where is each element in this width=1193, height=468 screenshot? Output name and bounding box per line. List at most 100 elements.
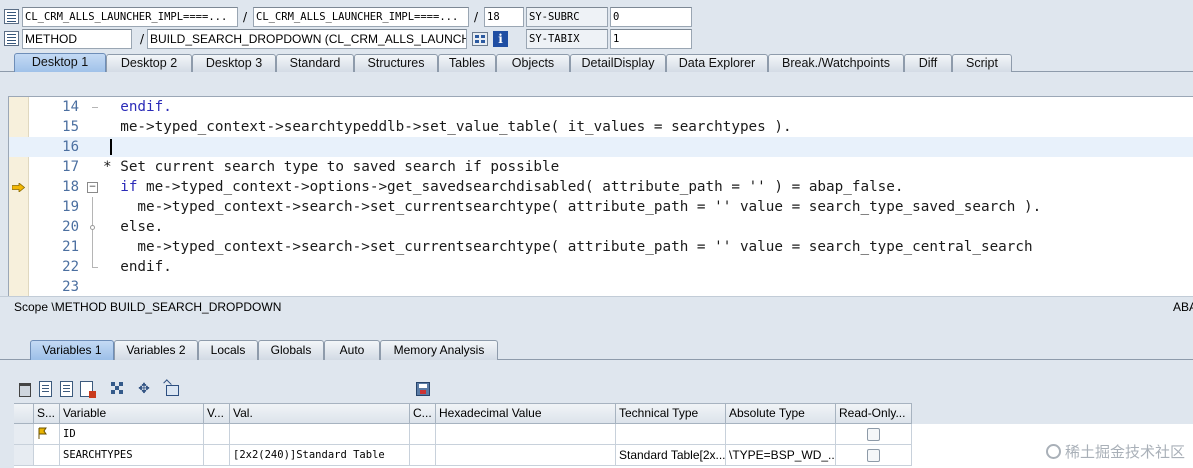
- line-number: 16: [62, 139, 79, 155]
- include-field[interactable]: CL_CRM_ALLS_LAUNCHER_IMPL====...: [253, 7, 469, 27]
- fold-toggle-icon[interactable]: −: [87, 182, 98, 193]
- variable-cell[interactable]: SEARCHTYPES: [60, 445, 204, 466]
- tab-objects[interactable]: Objects: [496, 54, 570, 73]
- code-line[interactable]: 20 else.: [9, 217, 1193, 237]
- status-cell: [34, 424, 60, 445]
- table-row[interactable]: SEARCHTYPES [2x2(240)]Standard Table Sta…: [14, 445, 1193, 466]
- line-number: 18: [62, 179, 79, 195]
- read-only-checkbox[interactable]: [867, 449, 880, 462]
- details-icon[interactable]: [39, 381, 52, 397]
- code-text: me->typed_context->searchtypeddlb->set_v…: [103, 119, 792, 135]
- line-number: 21: [62, 239, 79, 255]
- read-only-checkbox[interactable]: [867, 428, 880, 441]
- v-cell: [204, 445, 230, 466]
- read-only-cell: [836, 445, 912, 466]
- col-c[interactable]: C...: [410, 403, 436, 424]
- col-variable[interactable]: Variable: [60, 403, 204, 424]
- tab-diff[interactable]: Diff: [904, 54, 952, 73]
- tab-script[interactable]: Script: [952, 54, 1012, 73]
- hierarchy-icon[interactable]: [110, 381, 126, 397]
- code-line[interactable]: 17 * Set current search type to saved se…: [9, 157, 1193, 177]
- status-cell: [34, 445, 60, 466]
- table-row[interactable]: ID: [14, 424, 1193, 445]
- variables-toolbar: [0, 378, 1193, 402]
- technical-type-cell: [616, 424, 726, 445]
- value-cell[interactable]: [2x2(240)]Standard Table: [230, 445, 410, 466]
- value-cell[interactable]: [230, 424, 410, 445]
- tab-desktop-1[interactable]: Desktop 1: [14, 53, 106, 74]
- tab-structures[interactable]: Structures: [354, 54, 438, 73]
- fold-guide: [92, 230, 93, 237]
- variable-cell[interactable]: ID: [60, 424, 204, 445]
- row-selector[interactable]: [14, 424, 34, 445]
- col-technical-type[interactable]: Technical Type: [616, 403, 726, 424]
- scope-text: Scope \METHOD BUILD_SEARCH_DROPDOWN: [14, 300, 282, 314]
- line-number: 20: [62, 219, 79, 235]
- col-select[interactable]: [14, 403, 34, 424]
- hex-cell: [436, 445, 616, 466]
- absolute-type-cell: \TYPE=BSP_WD_...: [726, 445, 836, 466]
- watermark-logo-icon: [1045, 444, 1061, 459]
- list-icon[interactable]: [60, 381, 73, 397]
- desktop-tabstrip: Desktop 1 Desktop 2 Desktop 3 Standard S…: [0, 52, 1193, 74]
- code-line[interactable]: 23: [9, 277, 1193, 296]
- export-icon[interactable]: [80, 381, 96, 398]
- fold-guide: [92, 197, 93, 217]
- tab-globals[interactable]: Globals: [258, 340, 324, 360]
- tab-break-watchpoints[interactable]: Break./Watchpoints: [768, 54, 904, 73]
- tab-memory-analysis[interactable]: Memory Analysis: [380, 340, 498, 360]
- info-icon[interactable]: i: [493, 31, 508, 47]
- save-icon[interactable]: [416, 382, 430, 396]
- separator: /: [139, 32, 145, 46]
- tab-locals[interactable]: Locals: [198, 340, 258, 360]
- event-field[interactable]: BUILD_SEARCH_DROPDOWN (CL_CRM_ALLS_LAUNC…: [147, 29, 467, 49]
- code-line[interactable]: 22 endif.: [9, 257, 1193, 277]
- sysfield-name-2[interactable]: SY-TABIX: [526, 29, 608, 49]
- method-icon[interactable]: [4, 31, 19, 46]
- tab-desktop-3[interactable]: Desktop 3: [192, 54, 276, 73]
- delete-icon[interactable]: [19, 383, 31, 397]
- tab-variables-1[interactable]: Variables 1: [30, 340, 114, 360]
- col-read-only[interactable]: Read-Only...: [836, 403, 912, 424]
- sysfield-name-1[interactable]: SY-SUBRC: [526, 7, 608, 27]
- open-folder-icon[interactable]: [166, 385, 179, 396]
- tab-desktop-2[interactable]: Desktop 2: [106, 54, 192, 73]
- code-text: else.: [103, 219, 164, 235]
- code-line[interactable]: 21 me->typed_context->search->set_curren…: [9, 237, 1193, 257]
- separator: /: [473, 10, 479, 24]
- col-v[interactable]: V...: [204, 403, 230, 424]
- code-line[interactable]: 15 me->typed_context->searchtypeddlb->se…: [9, 117, 1193, 137]
- fold-end-marker: [92, 107, 98, 108]
- sysfield-value-2[interactable]: 1: [610, 29, 692, 49]
- event-type-field[interactable]: METHOD: [22, 29, 132, 49]
- fold-end-marker: [92, 267, 98, 268]
- code-line-current[interactable]: 16: [9, 137, 1193, 157]
- tab-tables[interactable]: Tables: [438, 54, 496, 73]
- move-icon[interactable]: [136, 381, 152, 397]
- code-editor[interactable]: 14 endif. 15 me->typed_context->searchty…: [8, 96, 1193, 296]
- tab-data-explorer[interactable]: Data Explorer: [666, 54, 768, 73]
- language-indicator: ABA: [1172, 300, 1193, 314]
- col-value[interactable]: Val.: [230, 403, 410, 424]
- code-text: endif.: [103, 259, 172, 275]
- sysfield-value-1[interactable]: 0: [610, 7, 692, 27]
- tab-auto[interactable]: Auto: [324, 340, 380, 360]
- source-code-pane: 14 endif. 15 me->typed_context->searchty…: [0, 72, 1193, 296]
- col-hex[interactable]: Hexadecimal Value: [436, 403, 616, 424]
- tab-standard[interactable]: Standard: [276, 54, 354, 73]
- program-icon[interactable]: [4, 9, 19, 24]
- scope-status-bar: Scope \METHOD BUILD_SEARCH_DROPDOWN ABA: [0, 296, 1193, 318]
- row-selector[interactable]: [14, 445, 34, 466]
- code-line[interactable]: 14 endif.: [9, 97, 1193, 117]
- tab-variables-2[interactable]: Variables 2: [114, 340, 198, 360]
- code-text: me->typed_context->search->set_currentse…: [103, 239, 1033, 255]
- code-line[interactable]: 19 me->typed_context->search->set_curren…: [9, 197, 1193, 217]
- code-line-execution[interactable]: 18 − if me->typed_context->options->get_…: [9, 177, 1193, 197]
- tab-detaildisplay[interactable]: DetailDisplay: [570, 54, 666, 73]
- line-field[interactable]: 18: [484, 7, 524, 27]
- fold-guide: [92, 237, 93, 257]
- navigate-icon[interactable]: [472, 32, 488, 46]
- col-absolute-type[interactable]: Absolute Type: [726, 403, 836, 424]
- col-status[interactable]: S...: [34, 403, 60, 424]
- program-field[interactable]: CL_CRM_ALLS_LAUNCHER_IMPL====...: [22, 7, 238, 27]
